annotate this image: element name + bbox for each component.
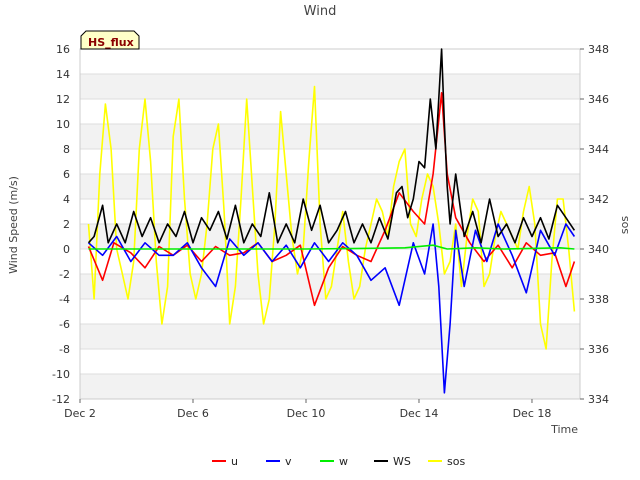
x-tick-label: Dec 6: [177, 407, 209, 420]
x-tick-label: Dec 2: [64, 407, 96, 420]
legend-label-u: u: [231, 455, 238, 468]
plot-band: [80, 349, 580, 374]
y-axis-label: Wind Speed (m/s): [7, 176, 20, 274]
y-tick-label: -8: [59, 343, 70, 356]
y-tick-label: 6: [63, 168, 70, 181]
y2-tick-label: 338: [588, 293, 609, 306]
x-tick-label: Dec 18: [513, 407, 552, 420]
y-tick-label: -2: [59, 268, 70, 281]
y-tick-label: 2: [63, 218, 70, 231]
y-tick-label: -6: [59, 318, 70, 331]
y2-tick-label: 342: [588, 193, 609, 206]
plot-band: [80, 149, 580, 174]
x-axis-label: Time: [550, 423, 578, 436]
wind-chart: Wind -12-10-8-6-4-20246810121416 3343363…: [7, 4, 631, 468]
right-axis-ticks: 334 336 338 340 342 344 346 348: [580, 43, 609, 406]
legend-label-sos: sos: [447, 455, 465, 468]
left-axis-ticks: -12 -10 -8 -6 -4 -2 0 2 4 6 8 10 12 14 16: [52, 43, 70, 406]
x-tick-label: Dec 14: [400, 407, 439, 420]
y2-tick-label: 346: [588, 93, 609, 106]
y-tick-label: 12: [56, 93, 70, 106]
plot-band: [80, 174, 580, 199]
y-tick-label: -4: [59, 293, 70, 306]
legend-label-v: v: [285, 455, 292, 468]
y-tick-label: 4: [63, 193, 70, 206]
x-axis-ticks: Dec 2 Dec 6 Dec 10 Dec 14 Dec 18: [64, 399, 551, 420]
plot-band: [80, 99, 580, 124]
plot-band: [80, 49, 580, 74]
legend-label-w: w: [339, 455, 348, 468]
y-tick-label: -10: [52, 368, 70, 381]
y-tick-label: 10: [56, 118, 70, 131]
y2-tick-label: 334: [588, 393, 609, 406]
y-tick-label: 8: [63, 143, 70, 156]
y-tick-label: 14: [56, 68, 70, 81]
y-tick-label: 0: [63, 243, 70, 256]
y2-tick-label: 344: [588, 143, 609, 156]
badge-label: HS_flux: [88, 36, 134, 49]
chart-title: Wind: [304, 4, 337, 19]
plot-band: [80, 374, 580, 399]
y2-tick-label: 348: [588, 43, 609, 56]
plot-band: [80, 324, 580, 349]
y2-tick-label: 336: [588, 343, 609, 356]
legend-label-ws: WS: [393, 455, 411, 468]
x-tick-label: Dec 10: [287, 407, 326, 420]
legend: u v w WS sos: [212, 455, 465, 468]
plot-band: [80, 74, 580, 99]
y-tick-label: -12: [52, 393, 70, 406]
hs-flux-badge: HS_flux: [80, 30, 140, 50]
plot-band: [80, 124, 580, 149]
y2-axis-label: sos: [618, 216, 631, 234]
plot-band: [80, 299, 580, 324]
plot-band: [80, 274, 580, 299]
y2-tick-label: 340: [588, 243, 609, 256]
y-tick-label: 16: [56, 43, 70, 56]
